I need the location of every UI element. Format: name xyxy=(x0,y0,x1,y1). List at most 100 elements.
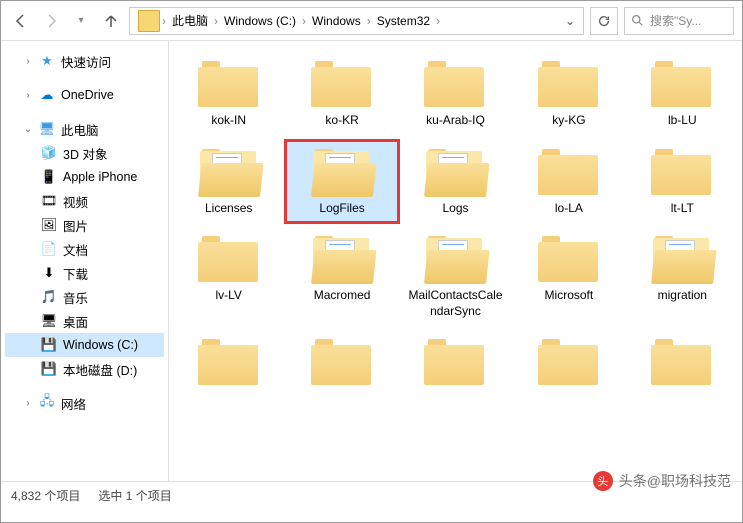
folder-ko-kr[interactable]: ko-KR xyxy=(286,53,397,135)
tree-item--[interactable]: 📄文档 xyxy=(5,237,164,261)
folder-mailcontactscalendarsync[interactable]: MailContactsCalendarSync xyxy=(400,228,511,325)
folder-microsoft[interactable]: Microsoft xyxy=(513,228,624,325)
phone-icon: 📱 xyxy=(41,169,57,185)
folder-icon xyxy=(424,234,486,284)
tree-thispc[interactable]: ⌄🖥此电脑 xyxy=(5,117,164,141)
folder-icon xyxy=(311,147,373,197)
toolbar: ▾ › 此电脑 › Windows (C:) › Windows › Syste… xyxy=(1,1,742,41)
folder-lb-lu[interactable]: lb-LU xyxy=(627,53,738,135)
folder-icon xyxy=(538,234,600,284)
folder-item-19[interactable] xyxy=(627,331,738,397)
folder-label: kok-IN xyxy=(211,113,246,129)
folder-ku-arab-iq[interactable]: ku-Arab-IQ xyxy=(400,53,511,135)
doc-icon: 📄 xyxy=(41,241,57,257)
pc-icon: 🖥 xyxy=(39,121,55,137)
folder-ky-kg[interactable]: ky-KG xyxy=(513,53,624,135)
address-dropdown[interactable]: ⌄ xyxy=(561,14,579,28)
folder-macromed[interactable]: Macromed xyxy=(286,228,397,325)
cloud-icon: ☁ xyxy=(39,87,55,103)
search-placeholder: 搜索"Sy... xyxy=(650,12,701,29)
tree-item-windows-c-[interactable]: 💾Windows (C:) xyxy=(5,333,164,357)
refresh-button[interactable] xyxy=(590,7,618,35)
search-input[interactable]: 搜索"Sy... xyxy=(624,7,734,35)
crumb-system32[interactable]: System32 xyxy=(373,12,434,30)
folder-lo-la[interactable]: lo-LA xyxy=(513,141,624,223)
tree-item--[interactable]: 🎞视频 xyxy=(5,189,164,213)
tree-item--d-[interactable]: 💾本地磁盘 (D:) xyxy=(5,357,164,381)
desk-icon: 🖥 xyxy=(41,313,57,329)
chevron-right-icon[interactable]: › xyxy=(434,14,442,28)
folder-label: ku-Arab-IQ xyxy=(426,113,485,129)
folder-icon xyxy=(198,59,260,109)
tree-onedrive[interactable]: ›☁OneDrive xyxy=(5,83,164,107)
tree-item--[interactable]: 🖼图片 xyxy=(5,213,164,237)
pic-icon: 🖼 xyxy=(41,217,57,233)
dl-icon: ⬇ xyxy=(41,265,57,281)
folder-label: migration xyxy=(658,288,707,304)
folder-label: lv-LV xyxy=(215,288,241,304)
drive-icon: 💾 xyxy=(41,337,57,353)
tree-network[interactable]: ›🖧网络 xyxy=(5,391,164,415)
folder-item-17[interactable] xyxy=(400,331,511,397)
tree-item-apple-iphone[interactable]: 📱Apple iPhone xyxy=(5,165,164,189)
folder-label: ko-KR xyxy=(325,113,358,129)
crumb-c[interactable]: Windows (C:) xyxy=(220,12,300,30)
up-button[interactable] xyxy=(99,9,123,33)
chevron-right-icon[interactable]: › xyxy=(300,14,308,28)
tree-item--[interactable]: 🖥桌面 xyxy=(5,309,164,333)
address-bar[interactable]: › 此电脑 › Windows (C:) › Windows › System3… xyxy=(129,7,584,35)
folder-kok-in[interactable]: kok-IN xyxy=(173,53,284,135)
chevron-right-icon[interactable]: › xyxy=(160,14,168,28)
folder-icon xyxy=(651,147,713,197)
tree-item-3d-[interactable]: 🧊3D 对象 xyxy=(5,141,164,165)
status-bar: 4,832 个项目 选中 1 个项目 xyxy=(1,481,742,509)
file-grid: kok-IN ko-KR ku-Arab-IQ ky-KG lb-LU Licenses L… xyxy=(169,41,742,481)
nav-tree: ›★快速访问 ›☁OneDrive ⌄🖥此电脑 🧊3D 对象📱Apple iPh… xyxy=(1,41,169,481)
folder-label: ky-KG xyxy=(552,113,585,129)
folder-lt-lt[interactable]: lt-LT xyxy=(627,141,738,223)
folder-label: lo-LA xyxy=(555,201,583,217)
folder-icon xyxy=(198,147,260,197)
folder-item-15[interactable] xyxy=(173,331,284,397)
cube-icon: 🧊 xyxy=(41,145,57,161)
crumb-windows[interactable]: Windows xyxy=(308,12,365,30)
back-button[interactable] xyxy=(9,9,33,33)
tree-item--[interactable]: ⬇下载 xyxy=(5,261,164,285)
folder-icon xyxy=(651,234,713,284)
folder-label: Licenses xyxy=(205,201,252,217)
folder-migration[interactable]: migration xyxy=(627,228,738,325)
forward-button[interactable] xyxy=(39,9,63,33)
folder-icon xyxy=(311,59,373,109)
crumb-thispc[interactable]: 此电脑 xyxy=(168,10,212,31)
folder-label: Logs xyxy=(442,201,468,217)
star-icon: ★ xyxy=(39,53,55,69)
music-icon: 🎵 xyxy=(41,289,57,305)
tree-quick-access[interactable]: ›★快速访问 xyxy=(5,49,164,73)
tree-item--[interactable]: 🎵音乐 xyxy=(5,285,164,309)
chevron-right-icon[interactable]: › xyxy=(212,14,220,28)
folder-label: lb-LU xyxy=(668,113,697,129)
folder-icon xyxy=(424,147,486,197)
folder-icon xyxy=(538,59,600,109)
recent-dropdown[interactable]: ▾ xyxy=(69,9,93,33)
chevron-right-icon[interactable]: › xyxy=(365,14,373,28)
folder-label: LogFiles xyxy=(319,201,364,217)
folder-lv-lv[interactable]: lv-LV xyxy=(173,228,284,325)
folder-item-18[interactable] xyxy=(513,331,624,397)
folder-icon xyxy=(138,10,160,32)
folder-icon xyxy=(424,337,486,387)
folder-item-16[interactable] xyxy=(286,331,397,397)
folder-icon xyxy=(311,337,373,387)
drive-icon: 💾 xyxy=(41,361,57,377)
folder-logs[interactable]: Logs xyxy=(400,141,511,223)
folder-icon xyxy=(424,59,486,109)
folder-icon xyxy=(198,234,260,284)
folder-icon xyxy=(651,337,713,387)
folder-label: MailContactsCalendarSync xyxy=(405,288,505,319)
video-icon: 🎞 xyxy=(41,193,57,209)
network-icon: 🖧 xyxy=(39,395,55,411)
folder-icon xyxy=(538,147,600,197)
folder-licenses[interactable]: Licenses xyxy=(173,141,284,223)
folder-logfiles[interactable]: LogFiles xyxy=(286,141,397,223)
folder-icon xyxy=(198,337,260,387)
